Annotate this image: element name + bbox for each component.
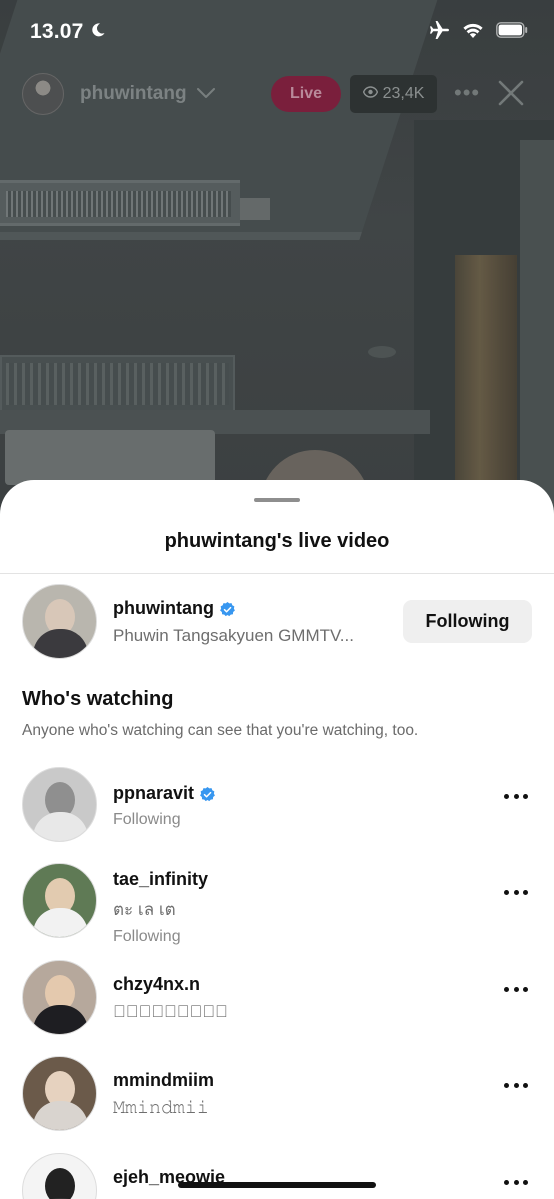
- viewer-username[interactable]: tae_infinity: [113, 869, 208, 890]
- more-icon[interactable]: [504, 1080, 528, 1090]
- viewer-follow-status: Following: [113, 811, 181, 828]
- eye-icon: [362, 85, 378, 103]
- list-item[interactable]: chzy4nx.n 𝐜𝐡𝐚𝐲𝐚𝐧𝐚𝐧ཻ: [22, 960, 532, 1036]
- more-icon[interactable]: [504, 1177, 528, 1187]
- avatar[interactable]: [22, 767, 97, 842]
- verified-badge-icon: [200, 786, 215, 802]
- viewer-count-badge[interactable]: 23,4K: [350, 75, 437, 113]
- viewer-username[interactable]: ppnaravit: [113, 783, 194, 804]
- avatar[interactable]: [22, 1056, 97, 1131]
- divider: [0, 573, 554, 574]
- viewers-sheet: phuwintang's live video phuwintang Phuwi…: [0, 480, 554, 1199]
- more-icon[interactable]: [504, 887, 528, 897]
- viewer-display-name: 𝙼𝚖𝚒𝚗𝚍𝚖𝚒𝚒: [113, 1098, 209, 1117]
- following-button[interactable]: Following: [403, 600, 532, 643]
- status-bar: 13.07: [0, 0, 554, 64]
- viewer-count: 23,4K: [382, 85, 425, 102]
- live-badge: Live: [271, 76, 341, 112]
- viewer-display-name: 𝐜𝐡𝐚𝐲𝐚𝐧𝐚𝐧ཻ: [113, 1002, 228, 1021]
- list-item[interactable]: ejeh_meowie: [22, 1153, 532, 1199]
- host-row[interactable]: phuwintang Phuwin Tangsakyuen GMMTV... F…: [22, 584, 532, 660]
- sheet-grabber[interactable]: [254, 498, 300, 502]
- avatar[interactable]: [22, 960, 97, 1035]
- wifi-icon: [462, 21, 484, 44]
- avatar[interactable]: [22, 73, 64, 115]
- section-title: Who's watching: [22, 688, 174, 710]
- clock: 13.07: [30, 20, 84, 43]
- section-subtitle: Anyone who's watching can see that you'r…: [22, 722, 419, 739]
- more-icon[interactable]: [504, 984, 528, 994]
- list-item[interactable]: tae_infinity ตะ เล เต Following: [22, 863, 532, 945]
- sheet-title: phuwintang's live video: [164, 530, 390, 552]
- status-time: 13.07: [30, 20, 106, 44]
- chevron-down-icon[interactable]: [196, 85, 215, 103]
- close-icon[interactable]: [498, 80, 524, 111]
- host-username[interactable]: phuwintang: [113, 598, 214, 619]
- viewer-follow-status: Following: [113, 928, 181, 945]
- moon-icon: [90, 20, 106, 44]
- list-item[interactable]: mmindmiim 𝙼𝚖𝚒𝚗𝚍𝚖𝚒𝚒: [22, 1056, 532, 1132]
- viewer-username[interactable]: mmindmiim: [113, 1070, 214, 1091]
- home-indicator[interactable]: [178, 1182, 376, 1188]
- host-username[interactable]: phuwintang: [80, 83, 187, 105]
- more-icon[interactable]: •••: [454, 80, 480, 106]
- airplane-icon: [428, 20, 450, 45]
- viewer-display-name: ตะ เล เต: [113, 900, 176, 919]
- viewer-username[interactable]: chzy4nx.n: [113, 974, 200, 995]
- battery-icon: [496, 21, 528, 43]
- avatar[interactable]: [22, 863, 97, 938]
- live-header: phuwintang Live 23,4K •••: [0, 70, 554, 118]
- more-icon[interactable]: [504, 791, 528, 801]
- avatar[interactable]: [22, 1153, 97, 1199]
- verified-badge-icon: [220, 601, 235, 617]
- host-full-name: Phuwin Tangsakyuen GMMTV...: [113, 626, 354, 645]
- avatar[interactable]: [22, 584, 97, 659]
- list-item[interactable]: ppnaravit Following: [22, 767, 532, 843]
